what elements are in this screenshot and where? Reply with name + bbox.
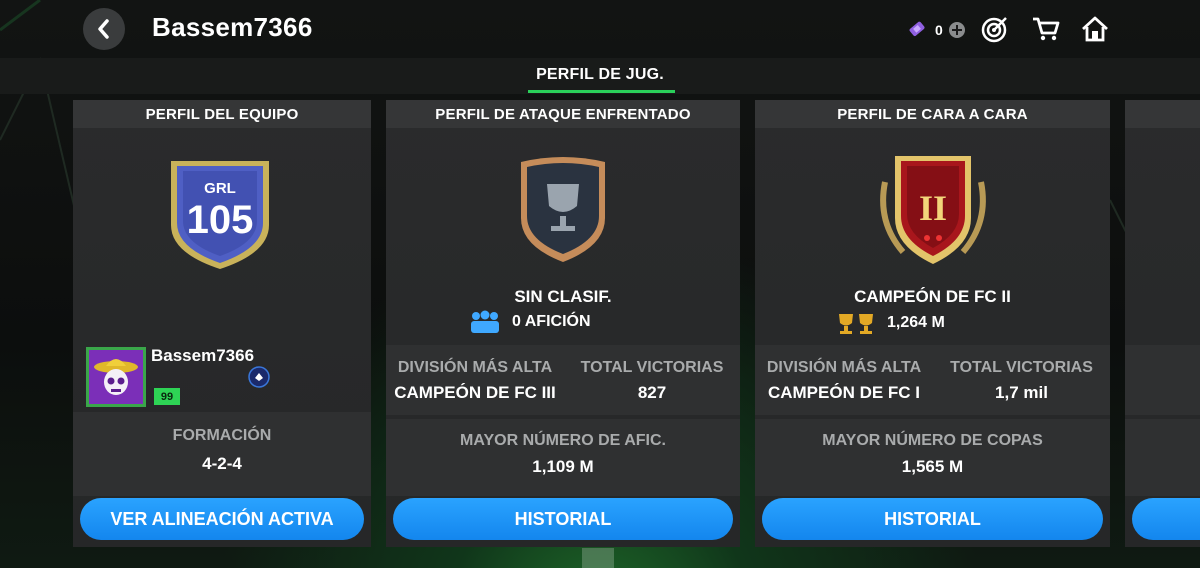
fans-count-row: 0 AFICIÓN: [468, 309, 591, 335]
card-title-partial: [1125, 100, 1200, 128]
attack-history-button[interactable]: HISTORIAL: [393, 498, 733, 540]
highest-division-label: DIVISIÓN MÁS ALTA: [397, 359, 553, 376]
fans-count: 0 AFICIÓN: [512, 313, 591, 330]
card-title: PERFIL DE CARA A CARA: [755, 100, 1110, 128]
chevron-left-icon: [98, 19, 109, 39]
h2h-history-button[interactable]: HISTORIAL: [762, 498, 1103, 540]
partial-card-button[interactable]: [1132, 498, 1200, 540]
next-profile-card[interactable]: [1125, 100, 1200, 547]
attack-record-section: MAYOR NÚMERO DE AFIC. 1,109 M: [386, 419, 740, 496]
top-bar: Bassem7366 0: [0, 0, 1200, 58]
highest-division-value: CAMPEÓN DE FC I: [767, 383, 921, 402]
formation-value: 4-2-4: [202, 454, 242, 473]
currency-amount: 0: [935, 22, 943, 38]
fc-points-icon: [909, 21, 925, 36]
ovr-value: 105: [187, 198, 254, 242]
unranked-trophy-badge-icon: [521, 157, 605, 262]
active-tab-indicator: [528, 90, 675, 93]
player-username: Bassem7366: [151, 346, 255, 365]
record-trophies-label: MAYOR NÚMERO DE COPAS: [822, 432, 1043, 449]
team-rating-badge: GRL 105: [171, 161, 269, 269]
currency-counter[interactable]: 0: [906, 18, 966, 42]
objectives-target-icon[interactable]: [980, 14, 1010, 44]
shield-crest-icon: [248, 366, 270, 388]
ovr-label: GRL: [204, 180, 236, 197]
card-title: PERFIL DEL EQUIPO: [73, 100, 371, 128]
partial-record-section: [1125, 419, 1200, 496]
fans-crowd-icon: [471, 310, 499, 333]
total-wins-label: TOTAL VICTORIAS: [580, 359, 724, 376]
record-fans-value: 1,109 M: [532, 457, 594, 476]
card-title: PERFIL DE ATAQUE ENFRENTADO: [386, 100, 740, 128]
total-wins-value: 1,7 mil: [995, 383, 1048, 402]
highest-division-value: CAMPEÓN DE FC III: [394, 383, 556, 402]
level-badge: 99: [154, 388, 180, 405]
total-wins-value: 827: [637, 383, 667, 402]
page-title: Bassem7366: [152, 12, 313, 42]
formation-label: FORMACIÓN: [172, 427, 272, 444]
h2h-record-section: MAYOR NÚMERO DE COPAS 1,565 M: [755, 419, 1110, 496]
formation-section: FORMACIÓN 4-2-4: [73, 412, 371, 496]
champion-rank-badge-icon: II: [880, 156, 986, 264]
badge-numeral: II: [919, 188, 947, 228]
shop-cart-icon[interactable]: [1031, 14, 1061, 44]
trophies-icon: [839, 314, 873, 334]
record-fans-label: MAYOR NÚMERO DE AFIC.: [460, 432, 666, 449]
view-active-lineup-button[interactable]: VER ALINEACIÓN ACTIVA: [80, 498, 364, 540]
partial-stats-section: [1125, 345, 1200, 415]
record-trophies-value: 1,565 M: [901, 457, 964, 476]
attack-rank: SIN CLASIF.: [514, 287, 612, 306]
back-button[interactable]: [83, 8, 125, 50]
trophies-count-row: 1,264 M: [835, 311, 945, 335]
h2h-stats-section: DIVISIÓN MÁS ALTA TOTAL VICTORIAS CAMPEÓ…: [755, 345, 1110, 415]
highest-division-label: DIVISIÓN MÁS ALTA: [766, 359, 922, 376]
attack-profile-card: PERFIL DE ATAQUE ENFRENTADO SIN CLASIF. …: [386, 100, 740, 547]
tab-bar: PERFIL DE JUG.: [0, 58, 1200, 94]
skull-sombrero-avatar-icon: [89, 350, 143, 404]
tab-player-profile[interactable]: PERFIL DE JUG.: [510, 66, 690, 84]
total-wins-label: TOTAL VICTORIAS: [950, 359, 1093, 376]
add-currency-icon[interactable]: [948, 21, 966, 39]
home-icon[interactable]: [1080, 14, 1110, 44]
attack-stats-section: DIVISIÓN MÁS ALTA TOTAL VICTORIAS CAMPEÓ…: [386, 345, 740, 415]
trophies-count: 1,264 M: [887, 314, 945, 331]
team-profile-card: PERFIL DEL EQUIPO GRL 105 Bassem7366 99 …: [73, 100, 371, 547]
h2h-rank: CAMPEÓN DE FC II: [854, 287, 1011, 306]
player-avatar: [86, 347, 146, 407]
h2h-profile-card: PERFIL DE CARA A CARA II CAMPEÓN DE FC I…: [755, 100, 1110, 547]
